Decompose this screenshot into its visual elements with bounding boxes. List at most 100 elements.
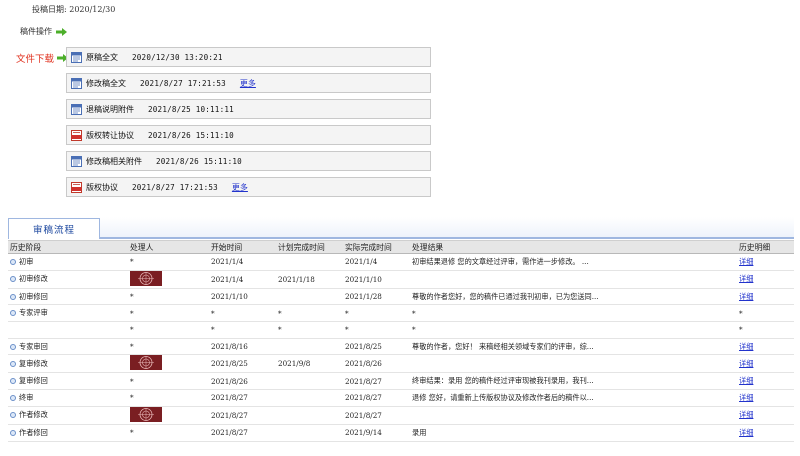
start-time-cell: * <box>209 304 276 323</box>
detail-cell: 详细 <box>737 270 794 289</box>
detail-link[interactable]: 详细 <box>739 359 753 368</box>
stage-cell: 复审修回 <box>8 372 128 391</box>
stage-bullet-icon <box>10 412 16 419</box>
file-download-label: 文件下载 <box>16 51 69 65</box>
detail-text: * <box>739 325 743 335</box>
detail-link[interactable]: 详细 <box>739 393 753 402</box>
result-cell <box>410 354 737 374</box>
stage-label: 作者修改 <box>19 410 48 420</box>
file-download-text: 文件下载 <box>16 54 55 65</box>
word-doc-icon <box>71 51 86 63</box>
column-header: 处理人 <box>128 240 209 254</box>
column-header: 计划完成时间 <box>276 240 343 254</box>
stage-label: 复审修回 <box>19 376 48 386</box>
column-header: 开始时间 <box>209 240 276 254</box>
stage-cell: 终审 <box>8 389 128 407</box>
stage-bullet-icon <box>10 293 16 300</box>
stage-bullet-icon <box>10 394 16 401</box>
start-time-cell: 2021/1/4 <box>209 270 276 289</box>
stage-label: 专家评审 <box>19 308 48 318</box>
result-cell[interactable]: 尊敬的作者您好，您的稿件已通过我刊初审，已为您送同... <box>410 288 737 306</box>
file-name[interactable]: 修改稿全文 <box>86 78 126 89</box>
file-item[interactable]: 版权转让协议 2021/8/26 15:11:10 <box>66 125 431 145</box>
tab-review-flow[interactable]: 审稿流程 <box>8 218 100 239</box>
detail-link[interactable]: 详细 <box>739 428 753 437</box>
detail-link[interactable]: 详细 <box>739 274 753 283</box>
start-time-cell: 2021/1/10 <box>209 288 276 306</box>
table-row: 终审 * 2021/8/27 2021/8/27 退修 您好，请重新上传版权协议及修改作… <box>8 389 794 407</box>
handler-cell: * <box>128 338 209 356</box>
file-name[interactable]: 修改稿相关附件 <box>86 156 142 167</box>
result-cell[interactable]: 初审结果退修 您的文章经过评审，需作进一步修改。 ... <box>410 253 737 271</box>
stage-cell: 初审修改 <box>8 270 128 289</box>
detail-link[interactable]: 详细 <box>739 292 753 301</box>
handler-name: * <box>130 376 134 386</box>
actual-time-cell: 2021/1/4 <box>343 253 410 271</box>
more-link[interactable]: 更多 <box>240 78 256 89</box>
handler-name: * <box>130 428 134 438</box>
handler-cell <box>128 354 209 374</box>
stage-cell: 专家审回 <box>8 338 128 356</box>
file-name[interactable]: 版权协议 <box>86 182 118 193</box>
table-row: 初审 * 2021/1/4 2021/1/4 初审结果退修 您的文章经过评审，需作进一步… <box>8 253 794 271</box>
actual-time-cell: * <box>343 304 410 323</box>
review-flow-table: 历史阶段 处理人 开始时间 计划完成时间 实际完成时间 处理结果 历史明细 初审 * 2021/… <box>8 240 794 442</box>
file-name[interactable]: 版权转让协议 <box>86 130 134 141</box>
file-name[interactable]: 退稿说明附件 <box>86 104 134 115</box>
file-item[interactable]: 修改稿全文 2021/8/27 17:21:53 更多 <box>66 73 431 93</box>
actual-time-cell: 2021/8/27 <box>343 389 410 407</box>
file-date: 2021/8/26 15:11:10 <box>156 156 242 166</box>
file-item[interactable]: 退稿说明附件 2021/8/25 10:11:11 <box>66 99 431 119</box>
handler-avatar <box>130 355 162 371</box>
column-header: 处理结果 <box>410 240 737 254</box>
stage-cell: 专家评审 <box>8 304 128 323</box>
actual-time-cell: 2021/8/27 <box>343 372 410 391</box>
stage-label: 终审 <box>19 392 34 402</box>
stage-bullet-icon <box>10 343 16 350</box>
more-link[interactable]: 更多 <box>232 182 248 193</box>
pdf-icon <box>71 181 86 193</box>
handler-cell <box>128 270 209 289</box>
detail-cell: 详细 <box>737 424 794 442</box>
file-item[interactable]: 修改稿相关附件 2021/8/26 15:11:10 <box>66 151 431 171</box>
actual-time-cell: 2021/1/10 <box>343 270 410 289</box>
detail-cell: 详细 <box>737 389 794 407</box>
file-item[interactable]: 原稿全文 2020/12/30 13:20:21 <box>66 47 431 67</box>
stage-bullet-icon <box>10 378 16 385</box>
result-cell[interactable]: 终审结果：录用 您的稿件经过评审现被我刊录用，我刊... <box>410 372 737 391</box>
detail-link[interactable]: 详细 <box>739 410 753 419</box>
stage-label: 初审 <box>19 256 34 266</box>
table-row: 复审修改 2021/8/25 2021/9/8 2021/8/26 详细 <box>8 354 794 374</box>
handler-cell: * <box>128 304 209 323</box>
manuscript-ops: 稿件操作 <box>20 26 67 37</box>
handler-cell: * <box>128 288 209 306</box>
detail-link[interactable]: 详细 <box>739 342 753 351</box>
file-name[interactable]: 原稿全文 <box>86 52 118 63</box>
table-row: 初审修回 * 2021/1/10 2021/1/28 尊敬的作者您好，您的稿件已通过我刊… <box>8 288 794 306</box>
plan-time-cell: 2021/9/8 <box>276 354 343 374</box>
table-row: 初审修改 2021/1/4 2021/1/18 2021/1/10 详细 <box>8 270 794 289</box>
plan-time-cell <box>276 424 343 442</box>
handler-name: * <box>130 393 134 403</box>
result-cell[interactable]: 尊敬的作者，您好！ 来稿经相关领域专家们的评审，综... <box>410 338 737 356</box>
detail-cell: 详细 <box>737 288 794 306</box>
start-time-cell: 2021/8/27 <box>209 389 276 407</box>
file-date: 2021/8/27 17:21:53 <box>132 182 218 192</box>
file-date: 2021/8/25 10:11:11 <box>148 104 234 114</box>
file-date: 2020/12/30 13:20:21 <box>132 52 223 62</box>
submit-date: 投稿日期: 2020/12/30 <box>32 5 116 14</box>
stage-cell: 作者修回 <box>8 424 128 442</box>
file-item[interactable]: 版权协议 2021/8/27 17:21:53 更多 <box>66 177 431 197</box>
handler-cell: * <box>128 389 209 407</box>
word-doc-icon <box>71 155 86 167</box>
manuscript-ops-label: 稿件操作 <box>20 27 52 36</box>
tab-bar: 审稿流程 <box>8 217 794 239</box>
detail-link[interactable]: 详细 <box>739 257 753 266</box>
table-row: 作者修回 * 2021/8/27 2021/9/14 录用 详细 <box>8 424 794 442</box>
result-cell[interactable]: 退修 您好，请重新上传版权协议及修改作者后的稿件以... <box>410 389 737 407</box>
stage-bullet-icon <box>10 360 16 367</box>
detail-link[interactable]: 详细 <box>739 376 753 385</box>
plan-time-cell <box>276 338 343 356</box>
plan-time-cell <box>276 389 343 407</box>
stage-cell: 初审修回 <box>8 288 128 306</box>
